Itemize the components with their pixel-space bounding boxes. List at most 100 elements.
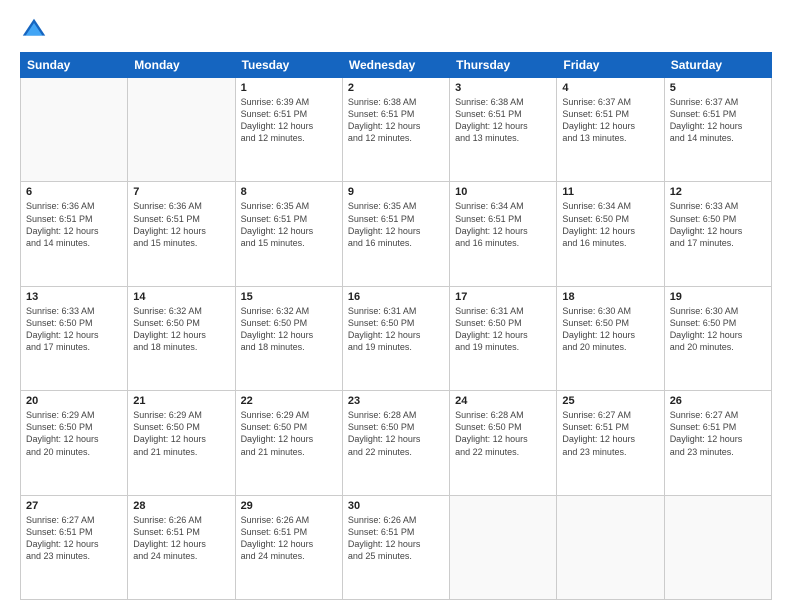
day-number: 21 bbox=[133, 395, 229, 407]
day-info: Sunrise: 6:34 AM Sunset: 6:50 PM Dayligh… bbox=[562, 200, 658, 249]
calendar-header-monday: Monday bbox=[128, 53, 235, 78]
day-number: 16 bbox=[348, 291, 444, 303]
calendar-cell: 28 Sunrise: 6:26 AM Sunset: 6:51 PM Dayli… bbox=[128, 495, 235, 599]
calendar-cell bbox=[450, 495, 557, 599]
day-number: 10 bbox=[455, 186, 551, 198]
calendar-cell: 7Sunrise: 6:36 AM Sunset: 6:51 PM Daylig… bbox=[128, 182, 235, 286]
day-number: 23 bbox=[348, 395, 444, 407]
day-number: 18 bbox=[562, 291, 658, 303]
calendar-cell: 30Sunrise: 6:26 AM Sunset: 6:51 PM Dayli… bbox=[342, 495, 449, 599]
week-row-5: 27Sunrise: 6:27 AM Sunset: 6:51 PM Dayli… bbox=[21, 495, 772, 599]
day-info: Sunrise: 6:39 AM Sunset: 6:51 PM Dayligh… bbox=[241, 96, 337, 145]
day-number: 1 bbox=[241, 82, 337, 94]
calendar-cell: 22Sunrise: 6:29 AM Sunset: 6:50 PM Dayli… bbox=[235, 391, 342, 495]
header bbox=[20, 16, 772, 44]
calendar-cell: 10 Sunrise: 6:34 AM Sunset: 6:51 PM Dayli… bbox=[450, 182, 557, 286]
week-row-3: 13 Sunrise: 6:33 AM Sunset: 6:50 PM Dayli… bbox=[21, 286, 772, 390]
calendar-cell: 12 Sunrise: 6:33 AM Sunset: 6:50 PM Dayli… bbox=[664, 182, 771, 286]
day-number: 17 bbox=[455, 291, 551, 303]
day-number: 13 bbox=[26, 291, 122, 303]
calendar-cell: 4 Sunrise: 6:37 AM Sunset: 6:51 PM Daylig… bbox=[557, 78, 664, 182]
calendar-cell bbox=[664, 495, 771, 599]
calendar-header-row: SundayMondayTuesdayWednesdayThursdayFrid… bbox=[21, 53, 772, 78]
calendar-header-friday: Friday bbox=[557, 53, 664, 78]
day-info: Sunrise: 6:38 AM Sunset: 6:51 PM Dayligh… bbox=[455, 96, 551, 145]
calendar-cell: 24 Sunrise: 6:28 AM Sunset: 6:50 PM Dayli… bbox=[450, 391, 557, 495]
calendar-cell: 29 Sunrise: 6:26 AM Sunset: 6:51 PM Dayli… bbox=[235, 495, 342, 599]
day-info: Sunrise: 6:35 AM Sunset: 6:51 PM Dayligh… bbox=[348, 200, 444, 249]
day-number: 12 bbox=[670, 186, 766, 198]
day-info: Sunrise: 6:26 AM Sunset: 6:51 PM Dayligh… bbox=[348, 514, 444, 563]
day-info: Sunrise: 6:38 AM Sunset: 6:51 PM Dayligh… bbox=[348, 96, 444, 145]
calendar-header-thursday: Thursday bbox=[450, 53, 557, 78]
calendar-cell: 15 Sunrise: 6:32 AM Sunset: 6:50 PM Dayli… bbox=[235, 286, 342, 390]
day-number: 24 bbox=[455, 395, 551, 407]
day-number: 19 bbox=[670, 291, 766, 303]
day-info: Sunrise: 6:33 AM Sunset: 6:50 PM Dayligh… bbox=[26, 305, 122, 354]
calendar-header-wednesday: Wednesday bbox=[342, 53, 449, 78]
day-number: 5 bbox=[670, 82, 766, 94]
day-info: Sunrise: 6:26 AM Sunset: 6:51 PM Dayligh… bbox=[133, 514, 229, 563]
calendar-cell: 21 Sunrise: 6:29 AM Sunset: 6:50 PM Dayli… bbox=[128, 391, 235, 495]
day-number: 15 bbox=[241, 291, 337, 303]
day-info: Sunrise: 6:37 AM Sunset: 6:51 PM Dayligh… bbox=[562, 96, 658, 145]
calendar-cell: 27Sunrise: 6:27 AM Sunset: 6:51 PM Dayli… bbox=[21, 495, 128, 599]
day-number: 2 bbox=[348, 82, 444, 94]
day-number: 6 bbox=[26, 186, 122, 198]
calendar-cell: 20Sunrise: 6:29 AM Sunset: 6:50 PM Dayli… bbox=[21, 391, 128, 495]
day-number: 14 bbox=[133, 291, 229, 303]
day-info: Sunrise: 6:27 AM Sunset: 6:51 PM Dayligh… bbox=[670, 409, 766, 458]
day-info: Sunrise: 6:29 AM Sunset: 6:50 PM Dayligh… bbox=[133, 409, 229, 458]
calendar-cell bbox=[128, 78, 235, 182]
day-number: 26 bbox=[670, 395, 766, 407]
day-info: Sunrise: 6:29 AM Sunset: 6:50 PM Dayligh… bbox=[241, 409, 337, 458]
day-number: 29 bbox=[241, 500, 337, 512]
day-info: Sunrise: 6:37 AM Sunset: 6:51 PM Dayligh… bbox=[670, 96, 766, 145]
day-number: 27 bbox=[26, 500, 122, 512]
day-info: Sunrise: 6:30 AM Sunset: 6:50 PM Dayligh… bbox=[670, 305, 766, 354]
day-info: Sunrise: 6:28 AM Sunset: 6:50 PM Dayligh… bbox=[348, 409, 444, 458]
week-row-2: 6 Sunrise: 6:36 AM Sunset: 6:51 PM Daylig… bbox=[21, 182, 772, 286]
day-info: Sunrise: 6:35 AM Sunset: 6:51 PM Dayligh… bbox=[241, 200, 337, 249]
day-number: 8 bbox=[241, 186, 337, 198]
calendar-cell: 14 Sunrise: 6:32 AM Sunset: 6:50 PM Dayli… bbox=[128, 286, 235, 390]
calendar-cell: 25Sunrise: 6:27 AM Sunset: 6:51 PM Dayli… bbox=[557, 391, 664, 495]
calendar-table: SundayMondayTuesdayWednesdayThursdayFrid… bbox=[20, 52, 772, 600]
day-info: Sunrise: 6:27 AM Sunset: 6:51 PM Dayligh… bbox=[562, 409, 658, 458]
day-info: Sunrise: 6:26 AM Sunset: 6:51 PM Dayligh… bbox=[241, 514, 337, 563]
page: SundayMondayTuesdayWednesdayThursdayFrid… bbox=[0, 0, 792, 612]
day-number: 3 bbox=[455, 82, 551, 94]
calendar-cell: 8 Sunrise: 6:35 AM Sunset: 6:51 PM Daylig… bbox=[235, 182, 342, 286]
day-info: Sunrise: 6:32 AM Sunset: 6:50 PM Dayligh… bbox=[241, 305, 337, 354]
calendar-header-saturday: Saturday bbox=[664, 53, 771, 78]
week-row-4: 20 Sunrise: 6:29 AM Sunset: 6:50 PM Dayli… bbox=[21, 391, 772, 495]
day-info: Sunrise: 6:31 AM Sunset: 6:50 PM Dayligh… bbox=[455, 305, 551, 354]
calendar-cell bbox=[557, 495, 664, 599]
calendar-cell: 9Sunrise: 6:35 AM Sunset: 6:51 PM Daylig… bbox=[342, 182, 449, 286]
calendar-cell: 23 Sunrise: 6:28 AM Sunset: 6:50 PM Dayli… bbox=[342, 391, 449, 495]
day-info: Sunrise: 6:33 AM Sunset: 6:50 PM Dayligh… bbox=[670, 200, 766, 249]
day-number: 20 bbox=[26, 395, 122, 407]
day-info: Sunrise: 6:28 AM Sunset: 6:50 PM Dayligh… bbox=[455, 409, 551, 458]
day-number: 4 bbox=[562, 82, 658, 94]
calendar-cell bbox=[21, 78, 128, 182]
calendar-cell: 19 Sunrise: 6:30 AM Sunset: 6:50 PM Dayli… bbox=[664, 286, 771, 390]
week-row-1: 1 Sunrise: 6:39 AM Sunset: 6:51 PM Daylig… bbox=[21, 78, 772, 182]
calendar-cell: 17 Sunrise: 6:31 AM Sunset: 6:50 PM Dayli… bbox=[450, 286, 557, 390]
day-number: 28 bbox=[133, 500, 229, 512]
logo bbox=[20, 16, 52, 44]
calendar-header-sunday: Sunday bbox=[21, 53, 128, 78]
day-number: 7 bbox=[133, 186, 229, 198]
calendar-cell: 5 Sunrise: 6:37 AM Sunset: 6:51 PM Daylig… bbox=[664, 78, 771, 182]
calendar-cell: 1 Sunrise: 6:39 AM Sunset: 6:51 PM Daylig… bbox=[235, 78, 342, 182]
day-info: Sunrise: 6:36 AM Sunset: 6:51 PM Dayligh… bbox=[26, 200, 122, 249]
day-info: Sunrise: 6:34 AM Sunset: 6:51 PM Dayligh… bbox=[455, 200, 551, 249]
calendar-cell: 13 Sunrise: 6:33 AM Sunset: 6:50 PM Dayli… bbox=[21, 286, 128, 390]
calendar-cell: 6 Sunrise: 6:36 AM Sunset: 6:51 PM Daylig… bbox=[21, 182, 128, 286]
day-number: 11 bbox=[562, 186, 658, 198]
calendar-cell: 3 Sunrise: 6:38 AM Sunset: 6:51 PM Daylig… bbox=[450, 78, 557, 182]
day-info: Sunrise: 6:32 AM Sunset: 6:50 PM Dayligh… bbox=[133, 305, 229, 354]
calendar-cell: 16Sunrise: 6:31 AM Sunset: 6:50 PM Dayli… bbox=[342, 286, 449, 390]
calendar-header-tuesday: Tuesday bbox=[235, 53, 342, 78]
calendar-cell: 26 Sunrise: 6:27 AM Sunset: 6:51 PM Dayli… bbox=[664, 391, 771, 495]
